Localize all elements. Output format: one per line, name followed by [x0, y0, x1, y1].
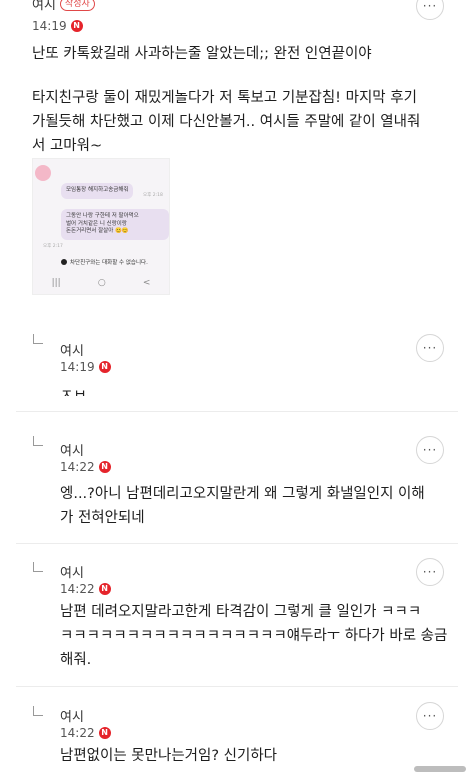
new-badge-icon: N [98, 727, 111, 739]
comment-paragraph-2-line-3: 서 고마워~ [32, 138, 103, 154]
reply-time-row: 14:22 N [60, 460, 111, 474]
comment-paragraph-2-line-1: 타지친구랑 둘이 재밌게놀다가 저 톡보고 기분잡침! 마지막 후기 [32, 90, 417, 106]
blocked-notice: 차단친구와는 대화할 수 없습니다. [61, 258, 148, 266]
reply-1-text: ㅈㅂ [60, 388, 87, 396]
reply-time: 14:19 [60, 360, 95, 374]
reply-time: 14:22 [60, 726, 95, 740]
reply-text-line-2: 가 전혀안되네 [60, 510, 145, 526]
new-badge-icon: N [70, 20, 83, 32]
new-badge-icon: N [98, 461, 111, 473]
reply-text-line-2: ㅋㅋㅋㅋㅋㅋㅋㅋㅋㅋㅋㅋㅋㅋㅋㅋㅋ얘두라ㅜ 하다가 바로 송금 [60, 628, 448, 644]
reply-text-line-1: 엥...?아니 남편데리고오지말란게 왜 그렇게 화낼일인지 이해 [60, 486, 425, 502]
attachment-image[interactable]: 모임통장 해지하고송금해줘 오후 2:18 그동안 나랑 구한테 저 팔아먹으 … [32, 158, 170, 295]
chat-bubble-1: 모임통장 해지하고송금해줘 [61, 183, 134, 199]
comment-more-button[interactable]: ··· [416, 0, 444, 20]
divider [16, 411, 458, 412]
recent-apps-icon: ||| [51, 278, 61, 288]
reply-3: 여시 14:22 N ··· 남편 데려오지말라고한게 타격감이 그렇게 클 일… [0, 556, 472, 684]
blocked-notice-text: 차단친구와는 대화할 수 없습니다. [70, 260, 148, 266]
reply-arrow-icon [33, 706, 43, 716]
reply-1: 여시 14:19 N ··· [0, 328, 472, 408]
chat-bubble-2-time: 오후 2:17 [43, 244, 63, 249]
scroll-indicator [414, 766, 466, 772]
reply-more-button[interactable]: ··· [416, 558, 444, 586]
reply-text-line-3: 해줘. [60, 652, 92, 668]
reply-time-row: 14:19 N [60, 360, 111, 374]
reply-more-button[interactable]: ··· [416, 436, 444, 464]
reply-author[interactable]: 여시 [60, 340, 84, 359]
reply-4: 여시 14:22 N ··· 남편없이는 못만나는거임? 신기하다 [0, 700, 472, 772]
reply-time: 14:22 [60, 582, 95, 596]
reply-arrow-icon [33, 334, 43, 344]
divider [16, 686, 458, 687]
comment-main: 여시 작성자 14:19 N ··· 난또 카톡왔길래 사과하는줄 알았는데;;… [0, 0, 472, 318]
reply-author[interactable]: 여시 [60, 562, 84, 581]
new-badge-icon: N [98, 361, 111, 373]
home-icon: ○ [97, 278, 106, 288]
reply-more-button[interactable]: ··· [416, 702, 444, 730]
comment-author[interactable]: 여시 [32, 0, 56, 13]
reply-time: 14:22 [60, 460, 95, 474]
reply-author[interactable]: 여시 [60, 706, 84, 725]
reply-2: 여시 14:22 N ··· 엥...?아니 남편데리고오지말란게 왜 그렇게 … [0, 430, 472, 540]
profile-pig-icon [35, 165, 51, 181]
chat-bubble-2: 그동안 나랑 구한테 저 팔아먹으 벌어 거치같은 니 신랑이랑 돈돈거리면서 … [61, 209, 169, 240]
reply-time-row: 14:22 N [60, 726, 111, 740]
reply-text-line-1: 남편없이는 못만나는거임? 신기하다 [60, 748, 278, 764]
reply-arrow-icon [33, 562, 43, 572]
reply-time-row: 14:22 N [60, 582, 111, 596]
warning-icon [61, 259, 67, 265]
chat-bubble-2-line-2: 벌어 거치같은 니 신랑이랑 [66, 220, 127, 227]
new-badge-icon: N [98, 583, 111, 595]
chat-bubble-2-line-1: 그동안 나랑 구한테 저 팔아먹으 [66, 213, 139, 219]
reply-text-line-1: 남편 데려오지말라고한게 타격감이 그렇게 클 일인가 ㅋㅋㅋ [60, 604, 422, 620]
comment-time-row: 14:19 N [32, 19, 83, 33]
reply-author[interactable]: 여시 [60, 440, 84, 459]
divider [16, 543, 458, 544]
comment-time: 14:19 [32, 19, 67, 33]
reply-arrow-icon [33, 436, 43, 446]
chat-bubble-2-line-3: 돈돈거리면서 잘살아 😊😊 [66, 228, 129, 234]
reply-more-button[interactable]: ··· [416, 334, 444, 362]
comment-paragraph-2-line-2: 가될듯해 차단했고 이제 다신안볼거.. 여시들 주말에 같이 열내줘 [32, 114, 421, 130]
chat-bubble-1-time: 오후 2:18 [143, 193, 163, 198]
author-tag-badge: 작성자 [59, 0, 95, 11]
phone-nav-bar: ||| ○ < [33, 272, 169, 294]
comment-paragraph-1: 난또 카톡왔길래 사과하는줄 알았는데;; 완전 인연끝이야 [32, 46, 372, 62]
back-icon: < [142, 278, 151, 288]
comment-author-row: 여시 작성자 [32, 0, 95, 13]
